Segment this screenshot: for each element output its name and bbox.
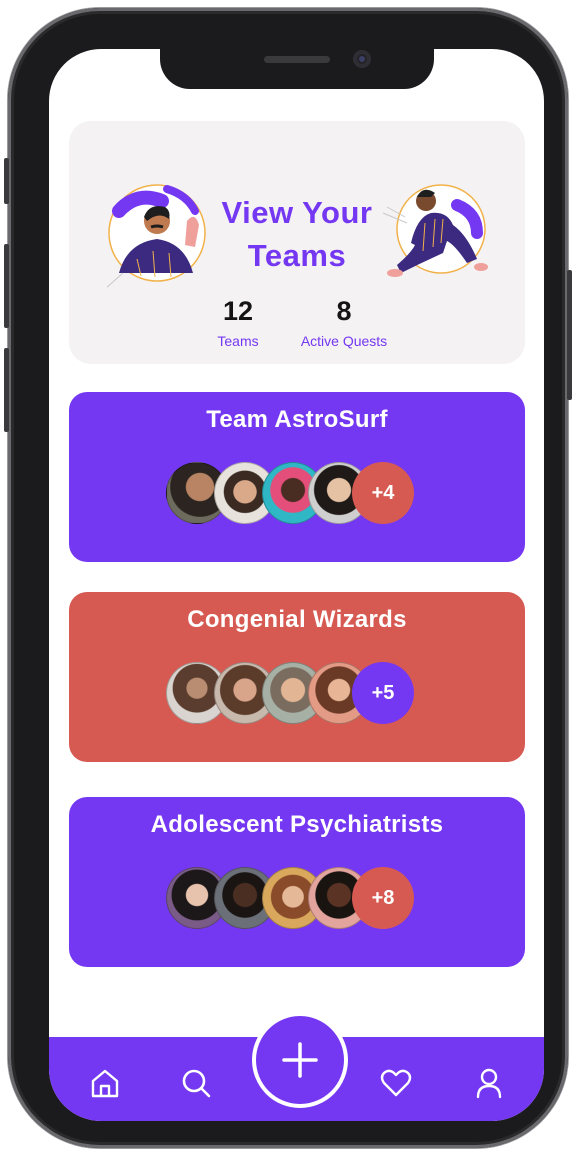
active-quests-stat: 8 Active Quests [289, 295, 399, 349]
member-avatars: +8 [166, 867, 426, 929]
teams-count: 12 [222, 296, 254, 326]
more-members-badge[interactable]: +8 [352, 867, 414, 929]
screen: View Your Teams 12 Teams 8 Active Quests… [49, 49, 544, 1121]
member-avatars: +5 [166, 662, 426, 724]
phone-frame: View Your Teams 12 Teams 8 Active Quests… [4, 8, 572, 1148]
home-icon[interactable] [89, 1067, 121, 1099]
active-quests-label: Active Quests [300, 333, 388, 349]
volume-up-button [4, 244, 9, 328]
team-name: Adolescent Psychiatrists [150, 811, 444, 838]
teams-stat: 12 Teams [197, 295, 279, 349]
team-card-adolescent-psychiatrists[interactable]: Adolescent Psychiatrists +8 [69, 797, 525, 967]
more-members-badge[interactable]: +4 [352, 462, 414, 524]
teams-label: Teams [217, 333, 259, 349]
volume-down-button [4, 348, 9, 432]
power-button [567, 270, 572, 400]
crouching-person-illustration [382, 184, 488, 277]
plus-icon [282, 1042, 318, 1078]
team-name: Congenial Wizards [187, 606, 407, 633]
front-camera [353, 50, 371, 68]
active-quests-count: 8 [336, 296, 352, 326]
team-name: Team AstroSurf [206, 406, 388, 433]
search-icon[interactable] [180, 1067, 212, 1099]
more-members-badge[interactable]: +5 [352, 662, 414, 724]
add-team-button[interactable] [252, 1012, 348, 1108]
teams-summary-card[interactable]: View Your Teams 12 Teams 8 Active Quests [69, 121, 525, 364]
team-card-congenial-wizards[interactable]: Congenial Wizards +5 [69, 592, 525, 762]
team-card-astrosurf[interactable]: Team AstroSurf +4 [69, 392, 525, 562]
member-avatars: +4 [166, 462, 426, 524]
notch [160, 49, 434, 89]
user-icon[interactable] [473, 1067, 505, 1099]
heart-icon[interactable] [380, 1067, 412, 1099]
mute-switch [4, 158, 9, 204]
speaker [264, 56, 330, 63]
